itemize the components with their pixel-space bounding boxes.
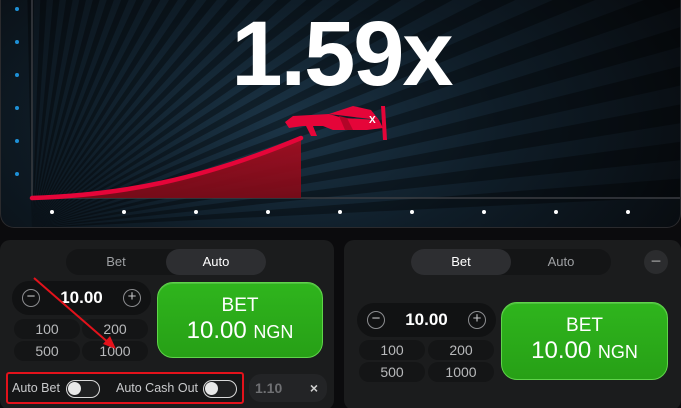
bet-button-amount-line: 10.00 NGN	[502, 337, 667, 366]
x-axis-tick	[482, 210, 486, 214]
stake-stepper-right: − 10.00 +	[357, 303, 496, 337]
quick-amount-200[interactable]: 200	[82, 319, 148, 339]
auto-cashout-toggle[interactable]	[203, 380, 237, 398]
bet-button-label: BET	[221, 295, 259, 316]
tab-auto[interactable]: Auto	[511, 249, 611, 275]
bet-mode-tabs-right: Bet Auto	[411, 249, 611, 275]
x-axis-tick	[50, 210, 54, 214]
game-canvas: X 1.59x	[0, 0, 681, 228]
auto-cashout-value: 1.10	[255, 380, 283, 396]
quick-amount-500[interactable]: 500	[359, 362, 425, 382]
increase-stake-button[interactable]: +	[468, 311, 486, 329]
current-multiplier: 1.59x	[231, 3, 453, 105]
bet-mode-tabs-left: Bet Auto	[66, 249, 266, 275]
y-axis-tick	[15, 40, 19, 44]
decrease-stake-button[interactable]: −	[367, 311, 385, 329]
bet-button-label: BET	[566, 315, 603, 336]
bet-button-right[interactable]: BET 10.00 NGN	[501, 302, 668, 380]
remove-panel-button[interactable]: −	[644, 250, 668, 274]
y-axis-tick	[15, 139, 19, 143]
stake-value[interactable]: 10.00	[42, 281, 121, 315]
bet-currency: NGN	[597, 342, 638, 362]
tab-bet[interactable]: Bet	[66, 249, 166, 275]
clear-icon[interactable]: ×	[310, 374, 318, 402]
decrease-stake-button[interactable]: −	[22, 289, 40, 307]
svg-text:X: X	[369, 115, 376, 126]
increase-stake-button[interactable]: +	[123, 289, 141, 307]
bet-amount: 10.00	[531, 337, 592, 364]
x-axis-tick	[410, 210, 414, 214]
auto-settings-row: Auto Bet Auto Cash Out	[6, 372, 244, 404]
x-axis-tick	[194, 210, 198, 214]
quick-amount-200[interactable]: 200	[428, 340, 494, 360]
tab-auto[interactable]: Auto	[166, 249, 266, 275]
quick-amount-100[interactable]: 100	[359, 340, 425, 360]
x-axis-tick	[122, 210, 126, 214]
quick-amount-1000[interactable]: 1000	[82, 341, 148, 361]
bet-currency: NGN	[253, 322, 294, 342]
y-axis-tick	[15, 73, 19, 77]
toggle-knob	[68, 382, 81, 395]
quick-amount-1000[interactable]: 1000	[428, 362, 494, 382]
y-axis-tick	[15, 172, 19, 176]
quick-amount-100[interactable]: 100	[14, 319, 80, 339]
quick-amount-500[interactable]: 500	[14, 341, 80, 361]
x-axis-tick	[626, 210, 630, 214]
auto-bet-toggle[interactable]	[66, 380, 100, 398]
tab-bet[interactable]: Bet	[411, 249, 511, 275]
stake-stepper-left: − 10.00 +	[12, 281, 151, 315]
bet-amount: 10.00	[186, 317, 247, 344]
auto-bet-label: Auto Bet	[12, 381, 60, 395]
stake-value[interactable]: 10.00	[387, 303, 466, 337]
x-axis-tick	[266, 210, 270, 214]
toggle-knob	[205, 382, 218, 395]
auto-cashout-input[interactable]: 1.10 ×	[249, 374, 327, 402]
x-axis-tick	[338, 210, 342, 214]
aviator-game-screen: X 1.59x Bet Auto − 10.00 + 100 200 500 1…	[0, 0, 681, 408]
y-axis-tick	[15, 106, 19, 110]
y-axis-tick	[15, 7, 19, 11]
auto-cashout-label: Auto Cash Out	[116, 381, 198, 395]
bet-button-left[interactable]: BET 10.00 NGN	[157, 282, 323, 358]
x-axis-tick	[554, 210, 558, 214]
bet-button-amount-line: 10.00 NGN	[158, 317, 322, 346]
